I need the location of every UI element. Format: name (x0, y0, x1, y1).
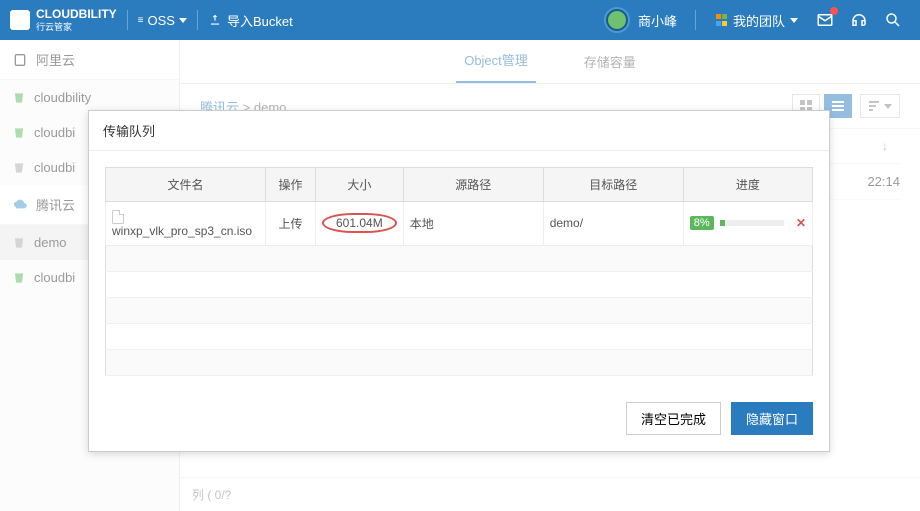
top-bar: CLOUDBILITY 行云管家 ≡ OSS 导入Bucket 商小峰 我的团队 (0, 0, 920, 40)
logo-icon (10, 10, 30, 30)
col-size: 大小 (316, 168, 404, 202)
progress-percent: 8% (690, 216, 714, 230)
transfer-queue-modal: 传输队列 文件名 操作 大小 源路径 目标路径 进度 winxp_vlk_pro… (88, 110, 830, 452)
oss-label: OSS (148, 13, 175, 28)
cancel-transfer-button[interactable]: ✕ (796, 216, 806, 230)
username[interactable]: 商小峰 (638, 11, 677, 30)
progress-bar (720, 220, 784, 226)
col-src: 源路径 (403, 168, 543, 202)
transfer-size: 601.04M (322, 213, 397, 233)
col-filename: 文件名 (106, 168, 266, 202)
hide-window-button[interactable]: 隐藏窗口 (731, 402, 813, 435)
import-bucket-button[interactable]: 导入Bucket (208, 11, 293, 30)
import-label: 导入Bucket (227, 11, 293, 30)
col-progress: 进度 (683, 168, 812, 202)
logo: CLOUDBILITY 行云管家 (10, 8, 117, 33)
search-icon[interactable] (884, 11, 902, 29)
progress-wrap: 8% ✕ (690, 216, 806, 230)
col-dst: 目标路径 (543, 168, 683, 202)
modal-title: 传输队列 (89, 111, 829, 151)
notification-badge (830, 7, 838, 15)
mail-icon[interactable] (816, 11, 834, 29)
team-grid-icon (716, 14, 728, 26)
transfer-filename: winxp_vlk_pro_sp3_cn.iso (112, 224, 252, 238)
clear-completed-button[interactable]: 清空已完成 (626, 402, 721, 435)
transfer-table: 文件名 操作 大小 源路径 目标路径 进度 winxp_vlk_pro_sp3_… (105, 167, 813, 376)
file-icon (112, 210, 124, 224)
chevron-down-icon (790, 18, 798, 23)
transfer-row: winxp_vlk_pro_sp3_cn.iso 上传 601.04M 本地 d… (106, 202, 813, 246)
import-icon (208, 13, 222, 27)
col-op: 操作 (266, 168, 316, 202)
transfer-dst: demo/ (543, 202, 683, 246)
brand-sub: 行云管家 (36, 20, 117, 33)
transfer-op: 上传 (266, 202, 316, 246)
brand-name: CLOUDBILITY (36, 8, 117, 20)
oss-dropdown[interactable]: ≡ OSS (138, 13, 187, 28)
modal-footer: 清空已完成 隐藏窗口 (89, 392, 829, 451)
avatar[interactable] (604, 7, 630, 33)
team-label: 我的团队 (733, 11, 785, 30)
team-dropdown[interactable]: 我的团队 (716, 11, 798, 30)
chevron-down-icon (179, 18, 187, 23)
transfer-src: 本地 (403, 202, 543, 246)
headset-icon[interactable] (850, 11, 868, 29)
